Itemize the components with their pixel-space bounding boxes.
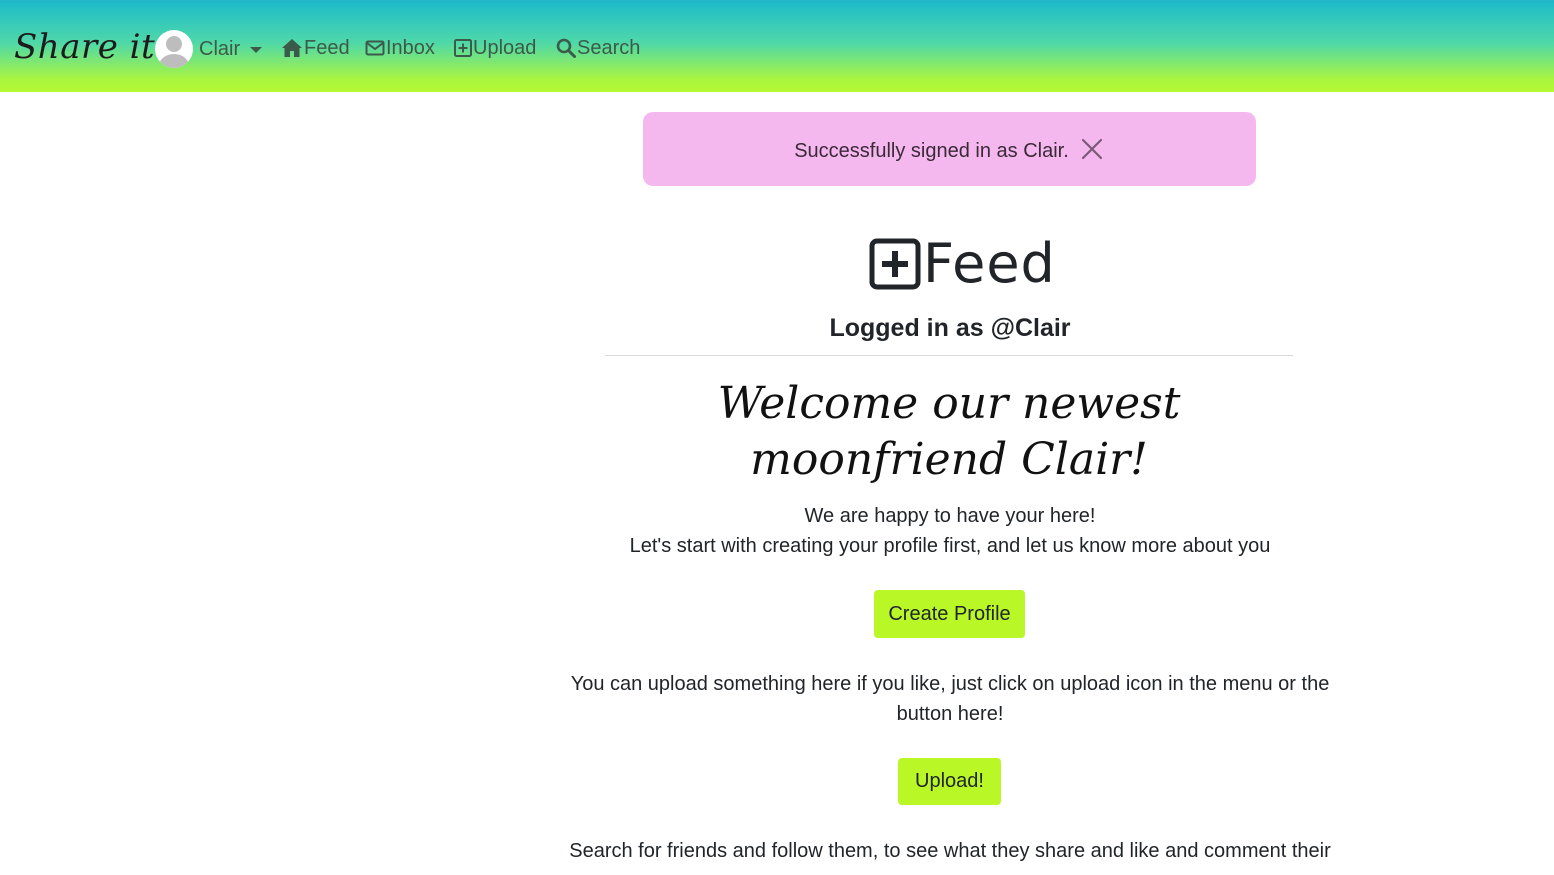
nav-inbox-label: Inbox: [386, 36, 435, 59]
welcome-heading: Welcome our newest moonfriend Clair!: [717, 378, 1181, 485]
alert-message: Successfully signed in as Clair.: [794, 139, 1069, 162]
home-icon: [282, 39, 302, 57]
envelope-icon: [365, 40, 385, 56]
nav-upload-link[interactable]: Upload: [454, 35, 536, 61]
success-alert: Successfully signed in as Clair.: [643, 112, 1256, 186]
upload-prompt-text: You can upload something here if you lik…: [570, 673, 1330, 725]
search-icon: [556, 38, 576, 58]
user-name: Clair: [199, 37, 241, 60]
nav-feed-label: Feed: [304, 36, 350, 59]
upload-button[interactable]: Upload!: [898, 758, 1001, 805]
nav-feed-link[interactable]: Feed: [281, 35, 350, 61]
happy-text: We are happy to have your here!: [804, 505, 1096, 527]
user-avatar-icon: [155, 30, 193, 68]
page-title: Feed: [923, 232, 1056, 295]
nav-inbox-link[interactable]: Inbox: [365, 35, 435, 61]
caret-down-icon: [250, 47, 263, 53]
search-prompt-text: Search for friends and follow them, to s…: [569, 840, 1331, 862]
create-profile-button[interactable]: Create Profile: [874, 590, 1025, 638]
divider: [605, 355, 1293, 356]
plus-square-icon: [454, 39, 472, 57]
profile-prompt-text: Let's start with creating your profile f…: [629, 535, 1271, 557]
plus-square-icon: [869, 238, 921, 290]
feed-heading: Feed: [869, 234, 1056, 294]
nav-upload-label: Upload: [473, 36, 537, 59]
logged-in-text: Logged in as @Clair: [829, 314, 1071, 342]
nav-search-label: Search: [577, 36, 641, 59]
nav-search-link[interactable]: Search: [556, 35, 640, 61]
brand-logo[interactable]: Share it: [14, 27, 155, 67]
top-navbar: Share it Clair Feed Inbox Upload Search: [0, 0, 1554, 92]
user-dropdown[interactable]: Clair: [155, 29, 263, 69]
close-icon[interactable]: [1079, 136, 1105, 162]
